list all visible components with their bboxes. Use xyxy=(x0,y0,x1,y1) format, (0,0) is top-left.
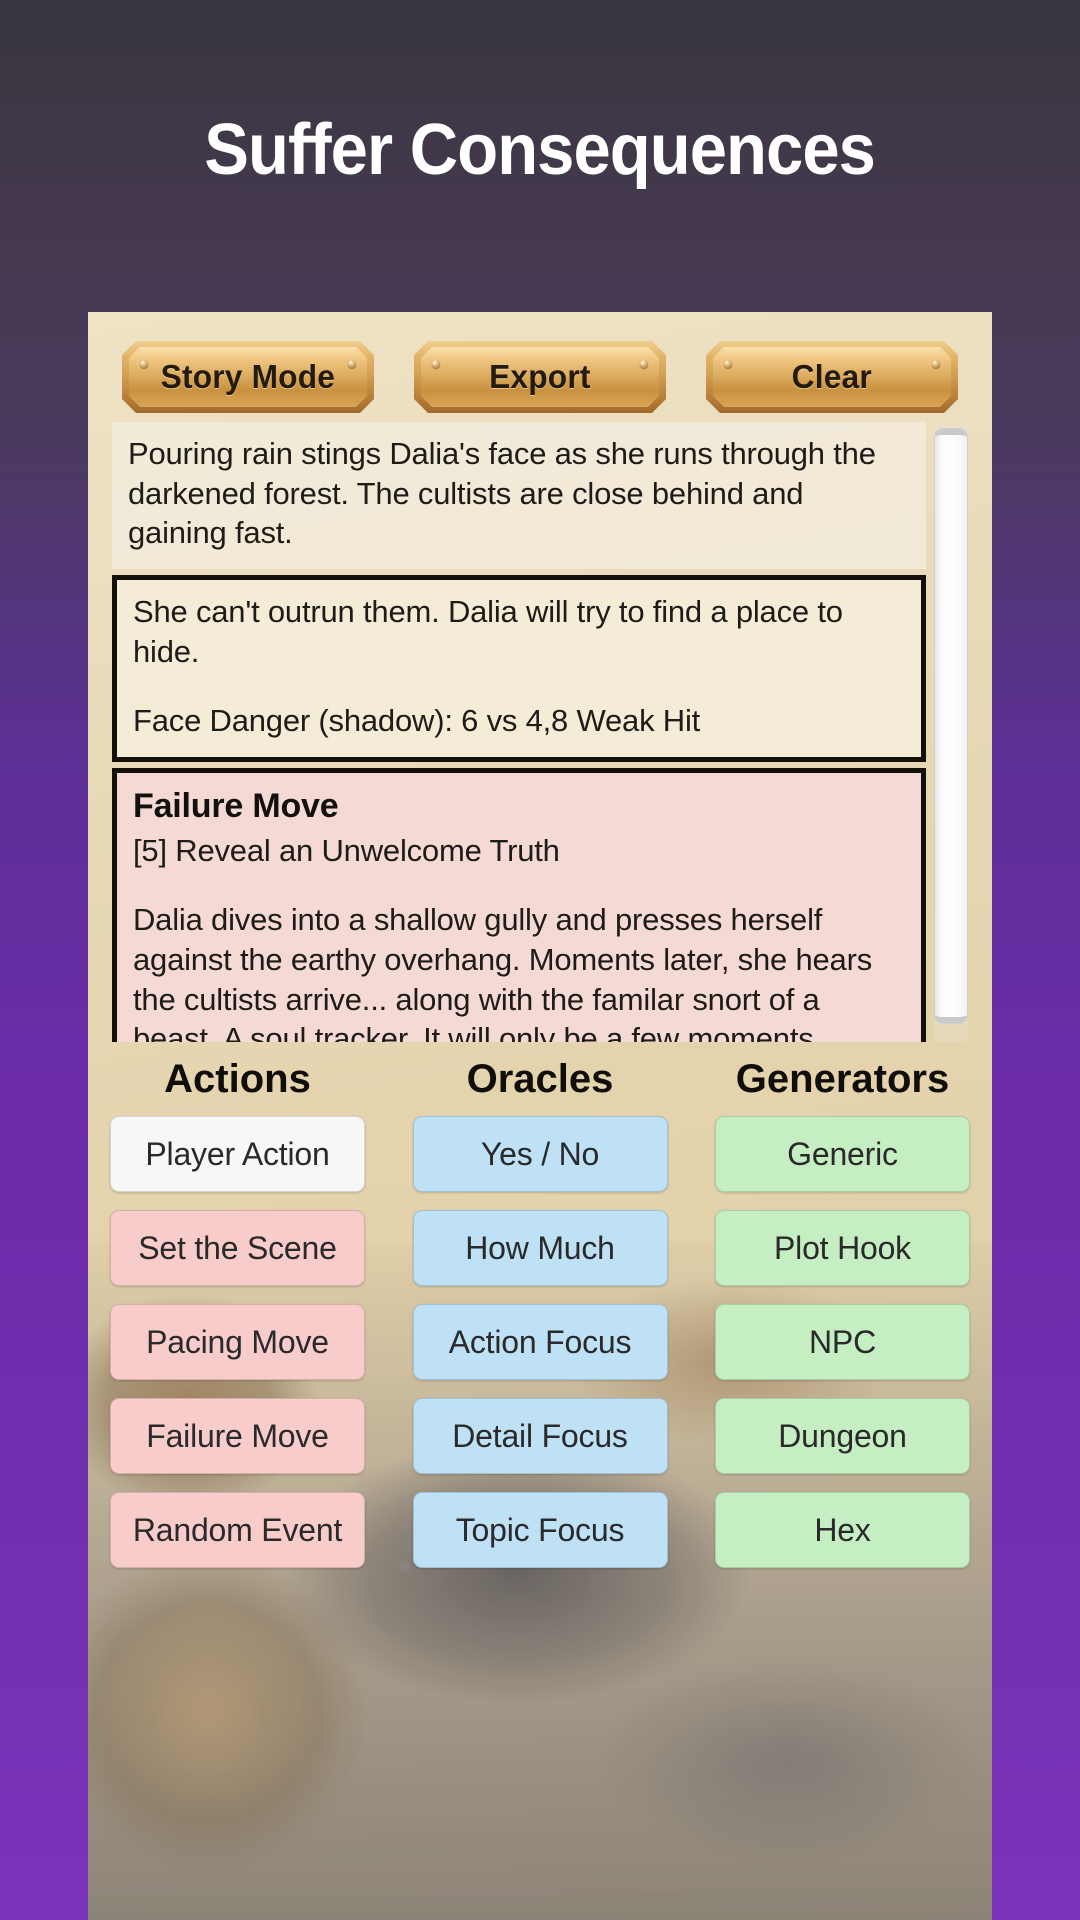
page-header: Suffer Consequences xyxy=(0,0,1080,300)
button-yes-no[interactable]: Yes / No xyxy=(412,1116,668,1192)
grid-row: Player Action Yes / No Generic xyxy=(110,1116,970,1192)
button-plot-hook[interactable]: Plot Hook xyxy=(715,1210,970,1286)
log-scrollbar[interactable] xyxy=(934,422,968,1042)
button-topic-focus[interactable]: Topic Focus xyxy=(412,1492,668,1568)
grid-row: Set the Scene How Much Plot Hook xyxy=(110,1210,970,1286)
column-header-oracles: Oracles xyxy=(466,1057,614,1101)
action-roll-result: Face Danger (shadow): 6 vs 4,8 Weak Hit xyxy=(133,703,701,739)
rivet-icon xyxy=(724,360,732,368)
export-button[interactable]: Export xyxy=(414,341,666,413)
button-hex[interactable]: Hex xyxy=(715,1492,970,1568)
move-subtitle: [5] Reveal an Unwelcome Truth xyxy=(133,832,560,868)
button-action-focus[interactable]: Action Focus xyxy=(412,1304,668,1380)
button-pacing-move[interactable]: Pacing Move xyxy=(110,1304,365,1380)
button-player-action[interactable]: Player Action xyxy=(110,1116,365,1192)
app-screenshot-frame: Story Mode Export Clear Pouring rain sti… xyxy=(88,312,992,1920)
narration-text: Pouring rain stings Dalia's face as she … xyxy=(128,436,876,551)
button-failure-move[interactable]: Failure Move xyxy=(110,1398,365,1474)
log-entry-action: She can't outrun them. Dalia will try to… xyxy=(112,575,926,763)
log-entry-failure-move: Failure Move [5] Reveal an Unwelcome Tru… xyxy=(112,768,926,1042)
move-text: Dalia dives into a shallow gully and pre… xyxy=(133,902,873,1042)
column-header-actions: Actions xyxy=(164,1057,311,1101)
story-mode-label: Story Mode xyxy=(160,358,336,395)
move-title: Failure Move xyxy=(133,787,339,826)
button-detail-focus[interactable]: Detail Focus xyxy=(412,1398,668,1474)
export-label: Export xyxy=(489,358,591,395)
story-log-container: Pouring rain stings Dalia's face as she … xyxy=(112,422,968,1042)
action-button-grid: Actions Oracles Generators Player Action… xyxy=(88,1057,992,1586)
column-headers: Actions Oracles Generators xyxy=(110,1057,970,1102)
column-header-generators: Generators xyxy=(735,1057,950,1101)
button-generic[interactable]: Generic xyxy=(715,1116,970,1192)
rivet-icon xyxy=(140,360,148,368)
button-set-the-scene[interactable]: Set the Scene xyxy=(110,1210,365,1286)
story-log[interactable]: Pouring rain stings Dalia's face as she … xyxy=(112,422,926,1042)
log-entry-narration: Pouring rain stings Dalia's face as she … xyxy=(112,422,926,570)
rivet-icon xyxy=(932,360,940,368)
page-title: Suffer Consequences xyxy=(204,110,877,190)
rivet-icon xyxy=(640,360,648,368)
clear-label: Clear xyxy=(791,358,873,395)
grid-row: Pacing Move Action Focus NPC xyxy=(110,1304,970,1380)
button-how-much[interactable]: How Much xyxy=(412,1210,668,1286)
app-toolbar: Story Mode Export Clear xyxy=(88,338,992,416)
rivet-icon xyxy=(348,360,356,368)
button-npc[interactable]: NPC xyxy=(715,1304,970,1380)
grid-row: Random Event Topic Focus Hex xyxy=(110,1492,970,1568)
story-mode-button[interactable]: Story Mode xyxy=(122,341,374,413)
action-text: She can't outrun them. Dalia will try to… xyxy=(133,594,843,669)
clear-button[interactable]: Clear xyxy=(706,341,958,413)
button-dungeon[interactable]: Dungeon xyxy=(715,1398,970,1474)
scrollbar-thumb[interactable] xyxy=(934,428,968,1024)
rivet-icon xyxy=(432,360,440,368)
grid-row: Failure Move Detail Focus Dungeon xyxy=(110,1398,970,1474)
button-random-event[interactable]: Random Event xyxy=(110,1492,365,1568)
